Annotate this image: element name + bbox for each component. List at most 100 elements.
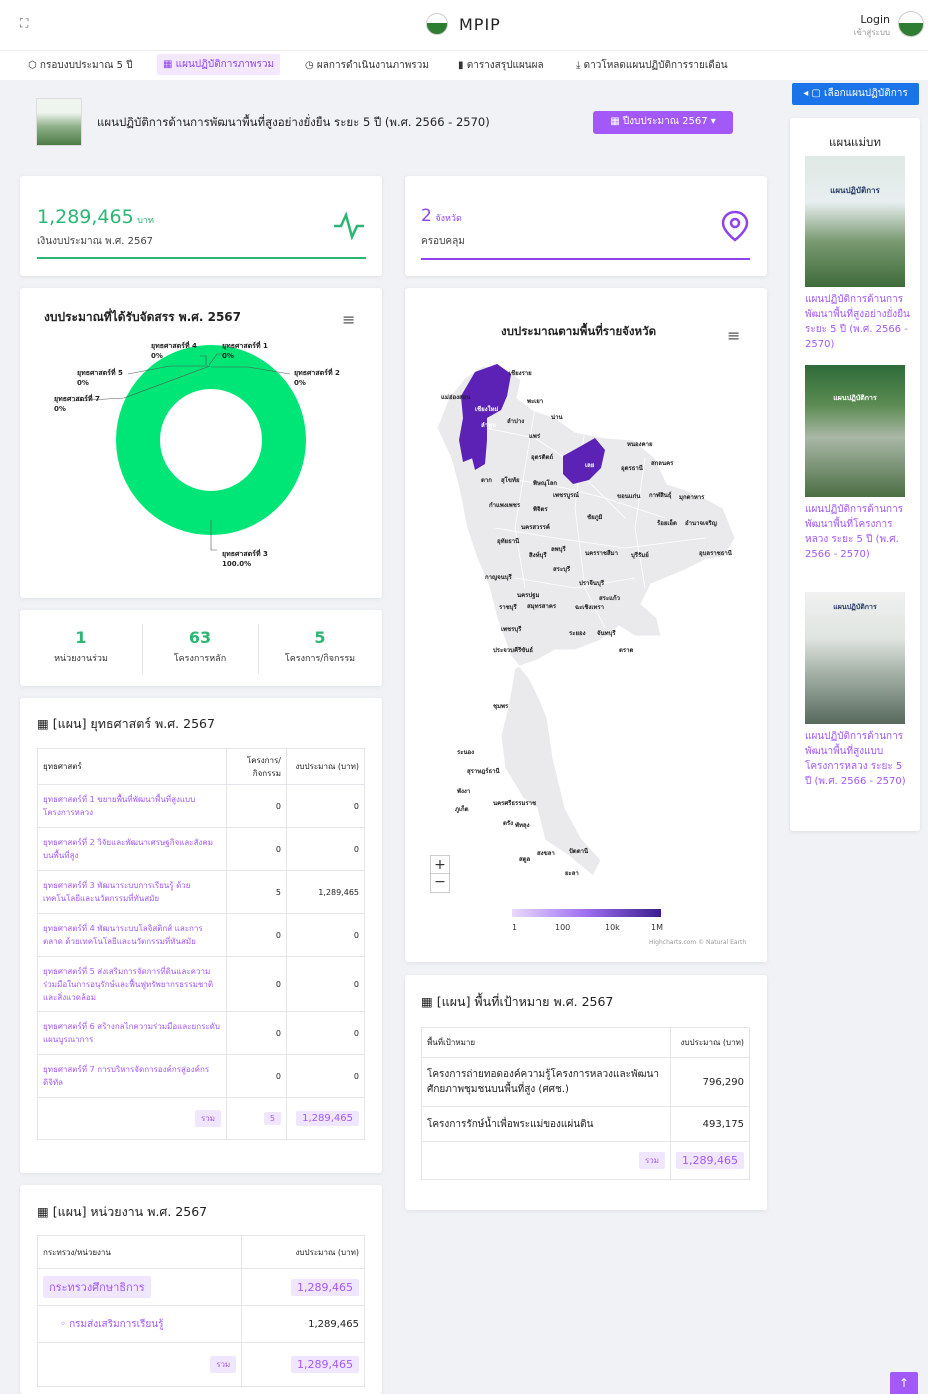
cover-title: แผนปฏิบัติการ (833, 394, 877, 402)
count-cell: 0 (226, 827, 287, 871)
map-credit[interactable]: Highcharts.com © Natural Earth (649, 939, 746, 946)
table-row: กระทรวงศึกษาธิการ 1,289,465 (36, 1268, 365, 1306)
activity-icon (334, 212, 364, 240)
strategy-link[interactable]: ยุทธศาสตร์ที่ 2 วิจัยและพัฒนาเศรษฐกิจและ… (37, 827, 227, 871)
strategy-title: ▦ [แผน] ยุทธศาสตร์ พ.ศ. 2567 (37, 716, 215, 731)
login-sublabel: เข้าสู่ระบบ (853, 28, 890, 37)
plan-title: แผนปฏิบัติการด้านการพัฒนาพื้นที่สูงอย่าง… (97, 115, 490, 129)
strategy-table: ยุทธศาสตร์ โครงการ/ กิจกรรม งบประมาณ (บาท)… (37, 748, 365, 1140)
tab-budget-frame[interactable]: ⬡ กรอบงบประมาณ 5 ปี (28, 58, 133, 73)
legend-label: ยุทธศาสตร์ที่ 4 (151, 342, 197, 350)
table-row: ◦ กรมส่งเสริมการเรียนรู้ 1,289,465 (36, 1305, 365, 1343)
strategy-link[interactable]: ยุทธศาสตร์ที่ 4 พัฒนาระบบโลจิสติกส์ และก… (37, 913, 227, 957)
login-link[interactable]: Login เข้าสู่ระบบ (838, 13, 890, 39)
tab-label: กรอบงบประมาณ 5 ปี (39, 60, 133, 71)
budget-label: เงินงบประมาณ พ.ศ. 2567 (37, 236, 154, 247)
table-row: ยุทธศาสตร์ที่ 3 พัฒนาระบบการเรียนรู้ ด้ว… (37, 870, 365, 914)
budget-card: 1,289,465 บาท เงินงบประมาณ พ.ศ. 2567 (20, 176, 382, 276)
table-row: ยุทธศาสตร์ที่ 5 ส่งเสริมการจัดการที่ดินแ… (37, 956, 365, 1012)
legend-pct: 0% (54, 405, 66, 413)
budget-unit: บาท (137, 216, 154, 226)
top-bar: ⛶ MPIP Login เข้าสู่ระบบ (0, 0, 928, 50)
agency-table-wrap: กระทรวง/หน่วยงาน งบประมาณ (บาท) กระทรวงศึ… (36, 1235, 365, 1387)
counts-card: 1 หน่วยงานร่วม 63 โครงการหลัก 5 โครงการ/กิจ… (20, 610, 382, 686)
column-header: กระทรวง/หน่วยงาน (36, 1235, 243, 1269)
target-budget: 493,175 (670, 1106, 750, 1142)
select-plan-button[interactable]: ◂ ▢ เลือกแผนปฏิบัติการ (792, 83, 919, 105)
count-cell: 0 (226, 1054, 287, 1098)
plan-cover-thumbnail (36, 98, 82, 146)
budget-cell: 0 (286, 784, 365, 828)
strategy-link[interactable]: ยุทธศาสตร์ที่ 3 พัฒนาระบบการเรียนรู้ ด้ว… (37, 870, 227, 914)
legend-label: ยุทธศาสตร์ที่ 7 (54, 395, 100, 403)
total-budget: 1,289,465 (676, 1152, 744, 1169)
count-value: 1 (75, 628, 87, 647)
budget-cell: 0 (286, 913, 365, 957)
legend-label: ยุทธศาสตร์ที่ 2 (294, 369, 340, 377)
count-cell: 0 (226, 913, 287, 957)
zoom-out-button[interactable]: − (431, 874, 449, 892)
budget-value: 1,289,465 (37, 206, 134, 228)
plan-cover-1[interactable]: แผนปฏิบัติการ (805, 156, 905, 287)
cube-icon: ⬡ (28, 60, 37, 71)
scroll-top-button[interactable]: ↑ (890, 1372, 918, 1394)
department-link[interactable]: ◦ กรมส่งเสริมการเรียนรู้ (36, 1305, 243, 1343)
count-label: โครงการ/กิจกรรม (284, 654, 356, 664)
plan-link-1[interactable]: แผนปฏิบัติการด้านการพัฒนาพื้นที่สูงอย่าง… (805, 292, 910, 352)
map-card: งบประมาณตามพื้นที่รายจังหวัด ≡ เชียงราย … (405, 288, 767, 962)
target-title: ▦ [แผน] พื้นที่เป้าหมาย พ.ศ. 2567 (421, 994, 614, 1009)
plan-link-2[interactable]: แผนปฏิบัติการด้านการพัฒนาพื้นที่โครงการห… (805, 502, 910, 562)
province-unit: จังหวัด (435, 214, 462, 224)
table-row: ยุทธศาสตร์ที่ 2 วิจัยและพัฒนาเศรษฐกิจและ… (37, 827, 365, 871)
province-value: 2 (421, 206, 432, 226)
fullscreen-icon[interactable]: ⛶ (20, 16, 28, 31)
zoom-in-button[interactable]: + (431, 856, 449, 874)
tab-overall-plan[interactable]: ▦ แผนปฏิบัติการภาพรวม (157, 54, 281, 75)
province-label: ครอบคลุม (421, 236, 465, 247)
strategy-link[interactable]: ยุทธศาสตร์ที่ 6 สร้างกลไกความร่วมมือและย… (37, 1011, 227, 1055)
plan-link-3[interactable]: แผนปฏิบัติการด้านการพัฒนาพื้นที่สูงแบบโค… (805, 729, 910, 789)
nav-tabs: ⬡ กรอบงบประมาณ 5 ปี ▦ แผนปฏิบัติการภาพรว… (0, 50, 928, 80)
tab-summary-table[interactable]: ▮ ตารางสรุปแผนผล (458, 58, 544, 73)
clock-icon: ◷ (305, 60, 314, 71)
total-budget: 1,289,465 (291, 1356, 359, 1373)
tab-label: ตารางสรุปแผนผล (466, 60, 544, 71)
budget-cell: 0 (286, 827, 365, 871)
strategy-link[interactable]: ยุทธศาสตร์ที่ 1 ขยายพื้นที่พัฒนาพื้นที่ส… (37, 784, 227, 828)
legend-pct: 0% (151, 352, 163, 360)
count-value: 5 (314, 628, 326, 647)
avatar[interactable] (898, 11, 924, 37)
plan-cover-2[interactable]: แผนปฏิบัติการ (805, 365, 905, 497)
fiscal-year-dropdown[interactable]: ▦ ปีงบประมาณ 2567 ▾ (593, 111, 733, 134)
agency-title: ▦ [แผน] หน่วยงาน พ.ศ. 2567 (37, 1204, 208, 1219)
legend-label: ยุทธศาสตร์ที่ 5 (77, 369, 123, 377)
plan-cover-3[interactable]: แผนปฏิบัติการ (805, 592, 905, 724)
target-area-card: ▦ [แผน] พื้นที่เป้าหมาย พ.ศ. 2567 พื้นที… (405, 975, 767, 1210)
tab-download-monthly[interactable]: ⤓ ดาวโหลดแผนปฏิบัติการรายเดือน (576, 58, 728, 73)
budget-underline (37, 257, 366, 259)
donut-ring (116, 345, 306, 535)
province-underline (421, 258, 750, 260)
strategy-table-wrap: ยุทธศาสตร์ โครงการ/ กิจกรรม งบประมาณ (บาท)… (37, 748, 365, 1140)
download-icon: ⤓ (576, 60, 581, 71)
target-name: โครงการถ่ายทอดองค์ความรู้โครงการหลวงและพ… (420, 1057, 672, 1107)
strategy-link[interactable]: ยุทธศาสตร์ที่ 7 การบริหารจัดการองค์กรสู่… (37, 1054, 227, 1098)
table-row: โครงการรักษ์น้ำเพื่อพระแม่ของแผ่นดิน 493,… (420, 1106, 750, 1142)
legend-label: ยุทธศาสตร์ที่ 1 (222, 342, 268, 350)
donut-chart-card: งบประมาณที่ได้รับจัดสรร พ.ศ. 2567 ≡ ยุทธ… (20, 288, 382, 598)
location-pin-icon (721, 210, 749, 242)
agency-card: ▦ [แผน] หน่วยงาน พ.ศ. 2567 กระทรวง/หน่วย… (20, 1185, 382, 1394)
legend-pct: 0% (294, 379, 306, 387)
ministry-link[interactable]: กระทรวงศึกษาธิการ (43, 1276, 151, 1298)
table-row: โครงการถ่ายทอดองค์ความรู้โครงการหลวงและพ… (420, 1057, 750, 1107)
strategy-link[interactable]: ยุทธศาสตร์ที่ 5 ส่งเสริมการจัดการที่ดินแ… (37, 956, 227, 1012)
count-label: หน่วยงานร่วม (54, 654, 108, 664)
total-row: รวม 1,289,465 (36, 1342, 365, 1387)
total-row: รวม 1,289,465 (420, 1141, 750, 1180)
legend-pct: 0% (77, 379, 89, 387)
tab-overall-results[interactable]: ◷ ผลการดำเนินงานภาพรวม (305, 58, 429, 73)
cover-title: แผนปฏิบัติการ (830, 186, 880, 195)
document-icon: ▮ (458, 60, 464, 71)
tab-label: ดาวโหลดแผนปฏิบัติการรายเดือน (583, 60, 728, 71)
login-label: Login (860, 13, 890, 26)
